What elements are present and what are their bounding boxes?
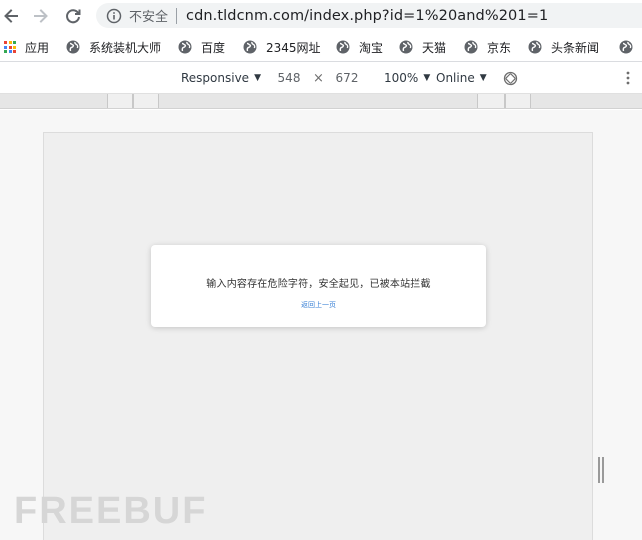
watermark-text: FREEBUF (14, 489, 208, 532)
bookmark-label: 2345网址 (266, 40, 321, 55)
bookmark-item[interactable]: 系统装机大师 (66, 32, 162, 61)
bookmark-label: 天猫 (422, 40, 447, 55)
globe-icon (336, 40, 350, 54)
info-circle-icon[interactable] (106, 8, 122, 24)
globe-icon (528, 40, 542, 54)
bookmark-item[interactable]: 京东 (464, 32, 512, 61)
caret-down-icon: ▼ (479, 73, 487, 83)
rotate-button[interactable] (503, 62, 518, 94)
address-bar: 不安全 cdn.tldcnm.com/index.php?id=1%20and%… (0, 0, 642, 32)
more-vert-icon (626, 71, 630, 85)
device-toolbar: Responsive ▼ × 100% ▼ Online ▼ (0, 62, 642, 94)
bookmark-item[interactable]: 天猫 (399, 32, 447, 61)
media-query-segment[interactable] (477, 94, 505, 108)
alert-message: 输入内容存在危险字符，安全起见，已被本站拦截 (206, 279, 431, 290)
bookmark-label: 淘宝 (359, 40, 384, 55)
back-button[interactable] (0, 5, 22, 27)
zoom-label: 100% (384, 71, 419, 85)
media-query-segment[interactable] (107, 94, 133, 108)
times-symbol: × (313, 70, 324, 86)
bookmark-label: 应用 (25, 40, 50, 55)
globe-icon (399, 40, 413, 54)
forward-button[interactable] (30, 5, 52, 27)
media-query-segment[interactable] (133, 94, 159, 108)
bookmark-item[interactable]: 初 (619, 32, 642, 61)
bookmark-item[interactable]: 淘宝 (336, 32, 384, 61)
bookmarks-bar: 应用 系统装机大师 百度 2345网址 淘宝 天猫 京东 头条新闻 初 (0, 32, 642, 62)
bookmark-label: 京东 (487, 40, 512, 55)
globe-icon (178, 40, 192, 54)
device-viewport-area: 输入内容存在危险字符，安全起见，已被本站拦截 返回上一页 FREEBUF (0, 110, 642, 540)
times-symbol-wrap: × (313, 62, 324, 94)
freebuf-watermark: FREEBUF (14, 490, 207, 532)
device-mode-label: Responsive (181, 71, 250, 85)
media-query-segment[interactable] (505, 94, 531, 108)
blocked-alert-dialog: 输入内容存在危险字符，安全起见，已被本站拦截 返回上一页 (151, 245, 486, 327)
bookmark-item[interactable]: 2345网址 (243, 32, 321, 61)
bookmark-apps[interactable]: 应用 (4, 32, 50, 61)
caret-down-icon: ▼ (254, 73, 261, 83)
globe-icon (243, 40, 257, 54)
width-input[interactable] (267, 68, 311, 88)
reload-button[interactable] (62, 5, 84, 27)
omnibox[interactable]: 不安全 cdn.tldcnm.com/index.php?id=1%20and%… (96, 3, 642, 28)
url-text[interactable]: cdn.tldcnm.com/index.php?id=1%20and%201=… (186, 8, 548, 24)
more-options-button[interactable] (626, 62, 630, 94)
bookmark-label: 百度 (201, 40, 226, 55)
caret-down-icon: ▼ (423, 73, 431, 83)
bookmark-label: 头条新闻 (551, 40, 600, 55)
bookmark-label: 系统装机大师 (89, 40, 162, 55)
zoom-select[interactable]: 100% ▼ (384, 62, 430, 94)
network-label: Online (436, 71, 475, 85)
arrow-right-icon (34, 9, 48, 23)
width-field-wrap (267, 62, 311, 94)
height-field-wrap (325, 62, 369, 94)
security-label[interactable]: 不安全 (129, 6, 168, 25)
device-frame: 输入内容存在危险字符，安全起见，已被本站拦截 返回上一页 (43, 132, 593, 540)
network-throttle-select[interactable]: Online ▼ (436, 62, 487, 94)
media-query-bar (0, 94, 642, 109)
globe-icon (66, 40, 80, 54)
globe-icon (464, 40, 478, 54)
device-mode-select[interactable]: Responsive ▼ (181, 62, 261, 94)
bookmark-item[interactable]: 头条新闻 (528, 32, 600, 61)
bookmark-item[interactable]: 百度 (178, 32, 226, 61)
rotate-icon (503, 71, 518, 85)
omnibox-divider (176, 7, 178, 24)
arrow-left-icon (4, 9, 18, 23)
back-link[interactable]: 返回上一页 (151, 300, 486, 310)
apps-grid-icon (4, 41, 16, 53)
reload-icon (66, 9, 81, 24)
globe-icon (619, 40, 633, 54)
height-input[interactable] (325, 68, 369, 88)
resize-handle[interactable] (598, 457, 605, 483)
